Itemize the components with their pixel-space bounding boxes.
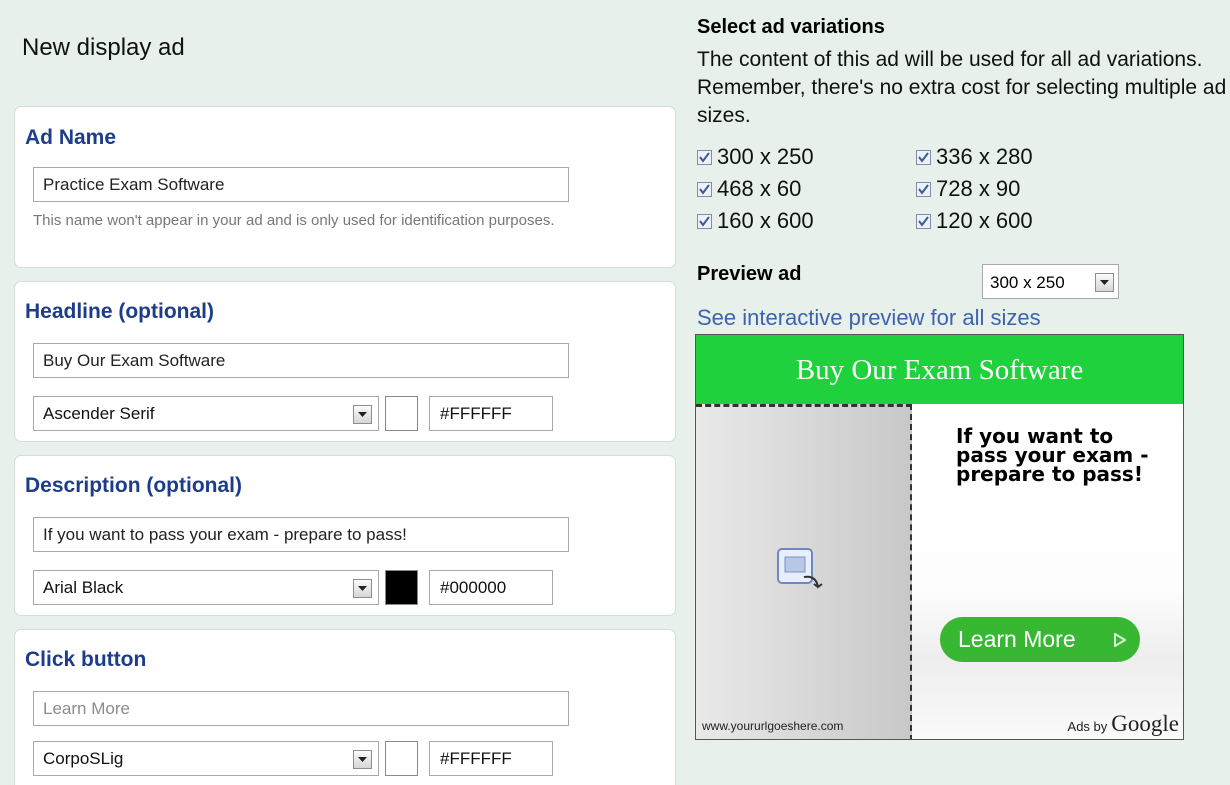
headline-input[interactable]: [33, 343, 569, 378]
headline-font-value: Ascender Serif: [43, 404, 155, 423]
click-button-color-swatch[interactable]: [385, 741, 418, 776]
ad-url: www.yoururlgoeshere.com: [702, 719, 844, 733]
chevron-down-icon[interactable]: [353, 579, 372, 598]
size-checkbox-468x60[interactable]: 468 x 60: [697, 176, 801, 202]
description-panel: Description (optional) Arial Black: [14, 455, 676, 616]
play-arrow-icon: [1114, 633, 1126, 647]
interactive-preview-link[interactable]: See interactive preview for all sizes: [697, 305, 1041, 331]
ad-divider: [696, 404, 912, 407]
ad-name-panel: Ad Name This name won't appear in your a…: [14, 106, 676, 268]
page-title: New display ad: [22, 34, 185, 61]
preview-size-select[interactable]: 300 x 250: [982, 264, 1119, 299]
preview-label: Preview ad: [697, 263, 802, 285]
checkbox-checked-icon[interactable]: [916, 181, 931, 197]
ads-by-google: Ads by Google: [1068, 711, 1179, 737]
click-button-input[interactable]: [33, 691, 569, 726]
size-checkbox-336x280[interactable]: 336 x 280: [916, 144, 1033, 170]
ad-divider: [910, 404, 912, 739]
description-color-swatch[interactable]: [385, 570, 418, 605]
ads-by-label: Ads by: [1067, 719, 1108, 734]
description-font-select[interactable]: Arial Black: [33, 570, 379, 605]
headline-color-swatch[interactable]: [385, 396, 418, 431]
ad-preview: Buy Our Exam Software If you want to pas…: [695, 334, 1184, 740]
size-label: 300 x 250: [717, 144, 814, 169]
click-button-color-input[interactable]: [429, 741, 553, 776]
size-label: 728 x 90: [936, 176, 1021, 201]
checkbox-checked-icon[interactable]: [697, 149, 712, 165]
description-heading: Description (optional): [25, 474, 242, 497]
google-logo: Google: [1111, 711, 1179, 736]
click-button-font-value: CorpoSLig: [43, 749, 124, 768]
ad-headline: Buy Our Exam Software: [696, 335, 1183, 404]
click-button-heading: Click button: [25, 648, 147, 671]
size-checkbox-120x600[interactable]: 120 x 600: [916, 208, 1033, 234]
size-checkbox-160x600[interactable]: 160 x 600: [697, 208, 814, 234]
ad-button-label: Learn More: [958, 626, 1076, 652]
ad-description: If you want to pass your exam - prepare …: [956, 424, 1149, 486]
description-font-value: Arial Black: [43, 578, 124, 597]
image-placeholder-icon[interactable]: [776, 547, 826, 597]
size-label: 160 x 600: [717, 208, 814, 233]
ad-name-helper: This name won't appear in your ad and is…: [33, 212, 555, 229]
checkbox-checked-icon[interactable]: [697, 213, 712, 229]
headline-font-select[interactable]: Ascender Serif: [33, 396, 379, 431]
size-label: 468 x 60: [717, 176, 802, 201]
description-color-input[interactable]: [429, 570, 553, 605]
size-checkbox-728x90[interactable]: 728 x 90: [916, 176, 1020, 202]
variations-title: Select ad variations: [697, 16, 885, 38]
size-label: 120 x 600: [936, 208, 1033, 233]
headline-color-input[interactable]: [429, 396, 553, 431]
checkbox-checked-icon[interactable]: [697, 181, 712, 197]
checkbox-checked-icon[interactable]: [916, 149, 931, 165]
preview-size-value: 300 x 250: [990, 273, 1065, 292]
ad-name-input[interactable]: [33, 167, 569, 202]
description-input[interactable]: [33, 517, 569, 552]
click-button-font-select[interactable]: CorpoSLig: [33, 741, 379, 776]
headline-heading: Headline (optional): [25, 300, 214, 323]
headline-panel: Headline (optional) Ascender Serif: [14, 281, 676, 442]
chevron-down-icon[interactable]: [353, 750, 372, 769]
size-checkbox-300x250[interactable]: 300 x 250: [697, 144, 814, 170]
variations-description: The content of this ad will be used for …: [697, 48, 1227, 127]
ad-learn-more-button[interactable]: Learn More: [940, 617, 1140, 662]
checkbox-checked-icon[interactable]: [916, 213, 931, 229]
chevron-down-icon[interactable]: [1095, 273, 1114, 292]
click-button-panel: Click button CorpoSLig: [14, 629, 676, 785]
ad-name-heading: Ad Name: [25, 126, 117, 149]
size-label: 336 x 280: [936, 144, 1033, 169]
chevron-down-icon[interactable]: [353, 405, 372, 424]
